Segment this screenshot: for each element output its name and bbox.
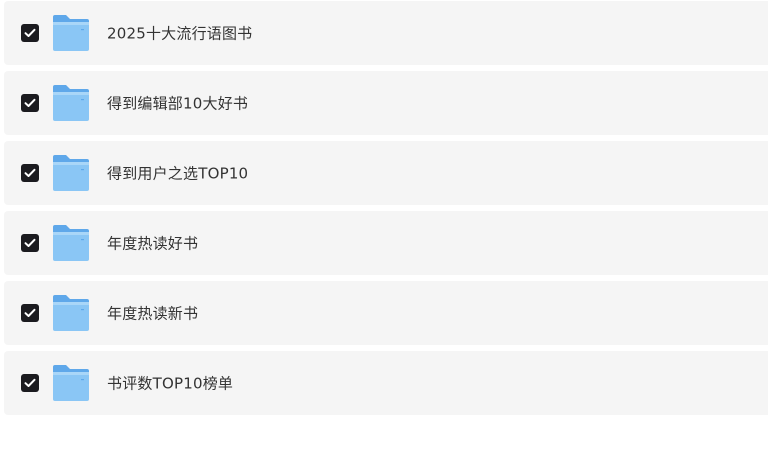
folder-label: 书评数TOP10榜单 bbox=[107, 374, 234, 393]
folder-row[interactable]: 年度热读新书 bbox=[4, 281, 768, 345]
folder-label: 得到用户之选TOP10 bbox=[107, 164, 249, 183]
folder-row[interactable]: 得到用户之选TOP10 bbox=[4, 141, 768, 205]
checkbox-checked-icon[interactable] bbox=[21, 24, 39, 42]
folder-label: 年度热读好书 bbox=[107, 234, 199, 253]
folder-row[interactable]: 年度热读好书 bbox=[4, 211, 768, 275]
folder-icon bbox=[51, 14, 91, 52]
folder-label: 2025十大流行语图书 bbox=[107, 24, 253, 43]
folder-icon bbox=[51, 154, 91, 192]
folder-row[interactable]: 2025十大流行语图书 bbox=[4, 1, 768, 65]
folder-row[interactable]: 书评数TOP10榜单 bbox=[4, 351, 768, 415]
checkbox-checked-icon[interactable] bbox=[21, 164, 39, 182]
folder-icon bbox=[51, 224, 91, 262]
folder-list: 2025十大流行语图书 得到编辑部10大好书 得到用户之选TOP10 年度热读好… bbox=[4, 0, 768, 421]
checkbox-checked-icon[interactable] bbox=[21, 304, 39, 322]
checkbox-checked-icon[interactable] bbox=[21, 234, 39, 252]
folder-icon bbox=[51, 294, 91, 332]
checkbox-checked-icon[interactable] bbox=[21, 374, 39, 392]
folder-icon bbox=[51, 364, 91, 402]
folder-icon bbox=[51, 84, 91, 122]
checkbox-checked-icon[interactable] bbox=[21, 94, 39, 112]
folder-label: 得到编辑部10大好书 bbox=[107, 94, 249, 113]
folder-label: 年度热读新书 bbox=[107, 304, 199, 323]
folder-row[interactable]: 得到编辑部10大好书 bbox=[4, 71, 768, 135]
